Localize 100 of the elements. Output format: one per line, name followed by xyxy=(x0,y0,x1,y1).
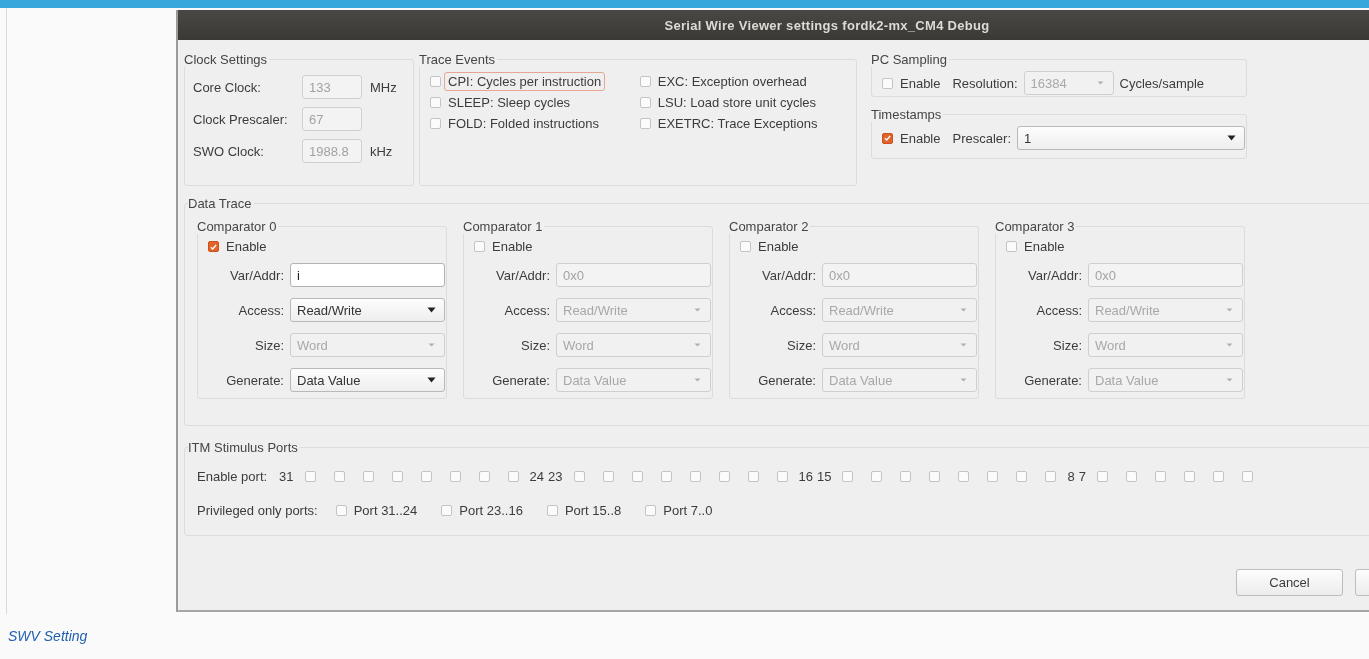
port-number: 8 xyxy=(1067,469,1075,484)
checkbox[interactable] xyxy=(430,97,441,108)
caret-icon xyxy=(1225,342,1234,348)
checkbox[interactable] xyxy=(602,471,614,482)
checkbox[interactable] xyxy=(1154,471,1166,482)
checkbox[interactable] xyxy=(1241,471,1253,482)
checkbox[interactable] xyxy=(639,118,651,129)
checkbox-label[interactable]: Enable xyxy=(1020,237,1069,256)
checkbox-label[interactable]: Enable xyxy=(896,73,945,93)
caret-icon xyxy=(1225,307,1234,313)
checkbox-label[interactable]: Enable xyxy=(488,237,537,256)
checkbox[interactable] xyxy=(740,241,751,252)
checkbox[interactable] xyxy=(900,471,912,482)
checkbox[interactable] xyxy=(333,471,345,482)
checkbox[interactable] xyxy=(335,505,347,516)
checkbox[interactable] xyxy=(430,118,441,129)
checkbox[interactable] xyxy=(639,97,651,108)
checkbox[interactable] xyxy=(747,471,759,482)
field-label: Privileged only ports: xyxy=(197,503,318,518)
checkbox-label[interactable]: Port 15..8 xyxy=(560,501,626,520)
checkbox-label[interactable]: Port 31..24 xyxy=(349,501,422,520)
checkbox[interactable] xyxy=(1212,471,1224,482)
checkbox[interactable] xyxy=(645,505,657,516)
field-label: Size: xyxy=(520,337,550,353)
unit-label: Cycles/sample xyxy=(1119,75,1205,91)
checkbox[interactable] xyxy=(882,132,893,144)
checkbox-label[interactable]: Enable xyxy=(754,237,803,256)
checkbox-label[interactable]: Enable xyxy=(896,128,945,148)
checkbox[interactable] xyxy=(842,471,854,482)
group-title: PC Sampling xyxy=(871,52,948,67)
checkbox[interactable] xyxy=(441,505,453,516)
checkbox[interactable] xyxy=(958,471,970,482)
checkbox[interactable] xyxy=(660,471,672,482)
field-label: Enable port: xyxy=(197,469,268,484)
port-number: 15 xyxy=(817,469,832,484)
checkbox[interactable] xyxy=(1006,241,1017,252)
caret-icon xyxy=(427,307,436,313)
checkbox-label[interactable]: FOLD: Folded instructions xyxy=(444,114,603,133)
checkbox-label[interactable]: Port 7..0 xyxy=(659,501,717,520)
field-label: Generate: xyxy=(1023,372,1082,388)
caret-icon xyxy=(693,342,702,348)
caret-icon xyxy=(959,307,968,313)
checkbox-label[interactable]: Port 23..16 xyxy=(455,501,527,520)
dialog-button[interactable]: Cancel xyxy=(1236,569,1343,596)
checkbox[interactable] xyxy=(776,471,788,482)
checkbox[interactable] xyxy=(718,471,730,482)
checkbox[interactable] xyxy=(1183,471,1195,482)
checkbox[interactable] xyxy=(573,471,585,482)
checkbox-label[interactable]: SLEEP: Sleep cycles xyxy=(444,93,575,112)
field-label: Prescaler: xyxy=(952,130,1011,146)
text-field[interactable]: i xyxy=(290,263,445,287)
caret-icon xyxy=(1227,135,1236,141)
checkbox[interactable] xyxy=(639,76,651,87)
checkbox-label[interactable]: Enable xyxy=(222,237,271,256)
field-label: Var/Addr: xyxy=(1027,267,1082,283)
checkbox[interactable] xyxy=(546,505,558,516)
checkbox[interactable] xyxy=(1045,471,1057,482)
dropdown[interactable]: 1 xyxy=(1017,126,1245,150)
checkbox[interactable] xyxy=(1016,471,1028,482)
port-number: 7 xyxy=(1078,469,1086,484)
checkbox[interactable] xyxy=(507,471,519,482)
checkbox[interactable] xyxy=(208,241,219,252)
checkbox[interactable] xyxy=(391,471,403,482)
checkbox[interactable] xyxy=(478,471,490,482)
checkbox[interactable] xyxy=(449,471,461,482)
dropdown[interactable]: Read/Write xyxy=(290,298,445,322)
caret-icon xyxy=(959,377,968,383)
checkbox[interactable] xyxy=(304,471,316,482)
field-label: Generate: xyxy=(225,372,284,388)
checkbox[interactable] xyxy=(1125,471,1137,482)
checkbox[interactable] xyxy=(362,471,374,482)
checkbox[interactable] xyxy=(871,471,883,482)
dropdown[interactable]: Data Value xyxy=(290,368,445,392)
checkbox[interactable] xyxy=(987,471,999,482)
field-label: Clock Prescaler: xyxy=(193,111,289,127)
checkbox[interactable] xyxy=(689,471,701,482)
field-label: Access: xyxy=(503,302,550,318)
checkbox[interactable] xyxy=(882,77,893,89)
field-label: Size: xyxy=(786,337,816,353)
group-title: Comparator 3 xyxy=(995,219,1076,234)
field-label: Access: xyxy=(1035,302,1082,318)
checkbox[interactable] xyxy=(1096,471,1108,482)
unit-label: kHz xyxy=(369,143,394,159)
checkbox[interactable] xyxy=(631,471,643,482)
group-title: Comparator 2 xyxy=(729,219,810,234)
unit-label: MHz xyxy=(369,79,398,95)
checkbox[interactable] xyxy=(474,241,485,252)
port-number: 16 xyxy=(798,469,813,484)
field-label: Generate: xyxy=(757,372,816,388)
checkbox-label[interactable]: EXC: Exception overhead xyxy=(653,72,811,91)
field-label: Access: xyxy=(769,302,816,318)
field-label: Size: xyxy=(1052,337,1082,353)
checkbox[interactable] xyxy=(929,471,941,482)
caption: SWV Setting xyxy=(8,628,89,644)
checkbox[interactable] xyxy=(420,471,432,482)
checkbox-label[interactable]: CPI: Cycles per instruction xyxy=(444,72,606,91)
checkbox-label[interactable]: EXETRC: Trace Exceptions xyxy=(653,114,822,133)
checkbox[interactable] xyxy=(430,76,441,87)
group-title: Clock Settings xyxy=(184,52,269,67)
checkbox-label[interactable]: LSU: Load store unit cycles xyxy=(653,93,820,112)
